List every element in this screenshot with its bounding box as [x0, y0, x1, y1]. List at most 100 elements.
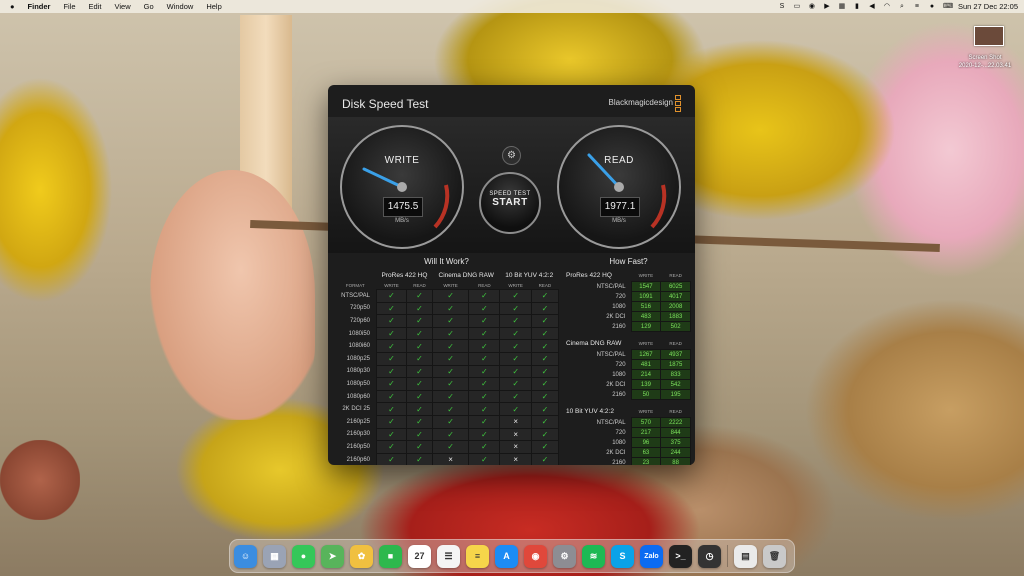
dock-finder-icon[interactable]: ☺ — [234, 544, 257, 568]
read-fps-value: 195 — [660, 389, 691, 400]
check-icon: ✓ — [431, 301, 470, 316]
check-icon: ✓ — [431, 314, 470, 328]
will-subheader-read: READ — [478, 282, 491, 288]
status-record-icon[interactable]: ◉ — [808, 3, 816, 10]
write-column-header: WRITE — [638, 409, 654, 414]
read-label: READ — [604, 155, 634, 166]
status-display-icon[interactable]: ▭ — [793, 3, 801, 10]
menu-clock[interactable]: Sun 27 Dec 22:05 — [958, 2, 1018, 11]
how-fast-section-name: 10 Bit YUV 4:2:2 — [566, 408, 614, 415]
menu-window[interactable]: Window — [167, 2, 194, 11]
menu-file[interactable]: File — [63, 2, 75, 11]
desktop-screenshot-file[interactable] — [974, 26, 1004, 46]
menu-go[interactable]: Go — [144, 2, 154, 11]
read-fps-value: 542 — [660, 379, 691, 390]
dock-calendar-icon[interactable]: 27 — [408, 544, 431, 568]
read-fps-value: 2222 — [660, 417, 691, 428]
write-fps-value: 483 — [630, 311, 662, 322]
dock-spotify-icon[interactable]: ≋ — [582, 544, 605, 568]
status-keyboard-icon[interactable]: ⌨ — [943, 3, 953, 10]
check-icon: ✓ — [530, 289, 560, 303]
status-volume-icon[interactable]: ◀ — [868, 3, 876, 10]
status-battery-icon[interactable]: ▮ — [853, 3, 861, 10]
table-row: 1080 516 2008 — [566, 301, 691, 312]
dock-chrome-icon[interactable]: ◉ — [524, 544, 547, 568]
check-icon: ✓ — [499, 364, 532, 379]
read-fps-value: 844 — [660, 427, 691, 438]
check-icon: ✓ — [499, 314, 532, 328]
table-row: NTSC/PAL ✓ ✓ ✓ ✓ ✓ ✓ — [334, 289, 560, 303]
dock-zalo-icon[interactable]: Zalo — [640, 544, 663, 568]
table-row: 1080p50 ✓ ✓ ✓ ✓ ✓ ✓ — [334, 377, 560, 391]
format-label: 2160p60 — [346, 456, 370, 463]
dock-notes-icon[interactable]: ≡ — [466, 544, 489, 568]
check-icon: ✓ — [499, 351, 532, 366]
table-row: 720 217 844 — [566, 427, 691, 438]
menu-finder[interactable]: Finder — [28, 2, 51, 11]
dock-terminal-icon[interactable]: >_ — [669, 544, 692, 568]
check-icon: ✓ — [431, 377, 470, 391]
status-grid-icon[interactable]: ▦ — [838, 3, 846, 10]
format-label: 1080p30 — [346, 368, 370, 375]
status-skype-icon[interactable]: S — [778, 3, 786, 10]
dock-skype-icon[interactable]: S — [611, 544, 634, 568]
settings-gear-icon[interactable]: ⚙ — [502, 146, 521, 165]
dock-trash-icon[interactable]: 🗑 — [763, 544, 786, 568]
dock-maps-icon[interactable]: ➤ — [321, 544, 344, 568]
format-label: 1080 — [612, 303, 626, 310]
dock-document-icon[interactable]: ▤ — [734, 544, 757, 568]
will-subheader-read: READ — [538, 282, 552, 288]
menu-view[interactable]: View — [114, 2, 130, 11]
table-row: 720 481 1875 — [566, 359, 691, 370]
menu-help[interactable]: Help — [206, 2, 221, 11]
dock-launchpad-icon[interactable]: ▦ — [263, 544, 286, 568]
table-row: 2K DCI 483 1883 — [566, 311, 691, 322]
format-label: 2160 — [612, 459, 626, 466]
format-label: 2160p50 — [346, 443, 370, 450]
format-label: 1080p25 — [346, 355, 370, 362]
menu-edit[interactable]: Edit — [89, 2, 102, 11]
check-icon: ✓ — [406, 289, 433, 303]
read-fps-value: 2008 — [660, 301, 691, 312]
dock-photos-icon[interactable]: ✿ — [350, 544, 373, 568]
write-fps-value: 63 — [630, 447, 662, 458]
check-icon: ✓ — [468, 301, 501, 316]
cross-icon: × — [499, 427, 532, 442]
check-icon: ✓ — [499, 377, 532, 391]
dock-reminders-icon[interactable]: ☰ — [437, 544, 460, 568]
format-label: 2K DCI — [606, 313, 626, 320]
check-icon: ✓ — [530, 339, 560, 353]
dock-messages-icon[interactable]: ● — [292, 544, 315, 568]
dock-app-store-icon[interactable]: A — [495, 544, 518, 568]
format-label: 1080i50 — [348, 330, 370, 337]
dock-disk-speed-test-icon[interactable]: ◷ — [698, 544, 721, 568]
table-row: 2160p25 ✓ ✓ ✓ ✓ × ✓ — [334, 414, 560, 429]
status-siri-icon[interactable]: ● — [928, 3, 936, 10]
status-search-icon[interactable]: ⌕ — [898, 3, 906, 10]
table-row: 1080p25 ✓ ✓ ✓ ✓ ✓ ✓ — [334, 351, 560, 366]
check-icon: ✓ — [468, 364, 501, 379]
check-icon: ✓ — [530, 364, 560, 379]
table-row: NTSC/PAL 570 2222 — [566, 417, 691, 428]
status-control-center-icon[interactable]: ≡ — [913, 3, 921, 10]
status-play-icon[interactable]: ▶ — [823, 3, 831, 10]
format-label: 2160 — [612, 391, 626, 398]
dock-facetime-icon[interactable]: ■ — [379, 544, 402, 568]
format-label: 720 — [615, 293, 626, 300]
read-value: 1977.1 — [600, 197, 640, 217]
read-fps-value: 4017 — [660, 291, 691, 302]
write-column-header: WRITE — [638, 273, 654, 278]
dock-system-preferences-icon[interactable]: ⚙ — [553, 544, 576, 568]
apple-menu-icon[interactable]: ● — [10, 2, 15, 11]
window-title: Disk Speed Test — [342, 97, 429, 111]
check-icon: ✓ — [406, 452, 433, 465]
brand-name: Blackmagicdesign — [608, 98, 673, 107]
write-fps-value: 139 — [630, 379, 662, 390]
check-icon: ✓ — [406, 314, 433, 328]
write-fps-value: 1091 — [630, 291, 662, 302]
check-icon: ✓ — [406, 389, 433, 404]
speed-test-start-button[interactable]: SPEED TEST START — [479, 172, 541, 234]
will-subheader-read: READ — [413, 282, 426, 288]
check-icon: ✓ — [499, 289, 532, 303]
status-wifi-icon[interactable]: ◠ — [883, 3, 891, 10]
